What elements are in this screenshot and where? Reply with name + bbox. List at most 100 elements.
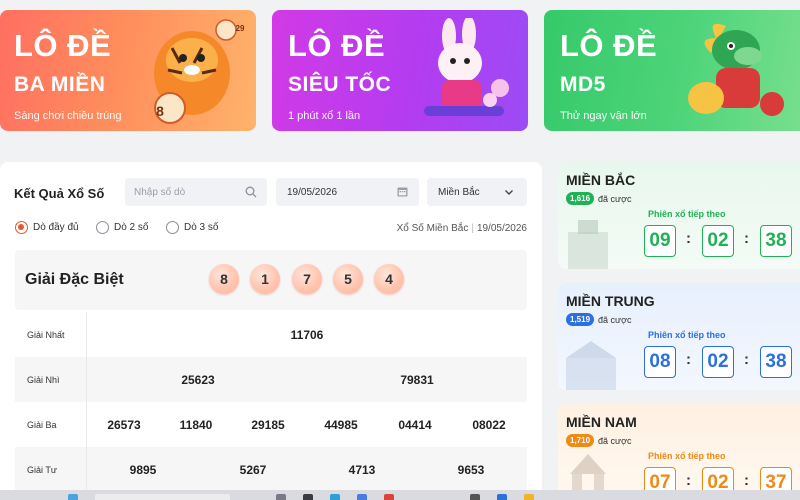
banner-title-line2: SIÊU TỐC [288, 73, 392, 96]
prize-number: 4713 [348, 462, 376, 477]
radio-do-3-so[interactable]: Dò 3 số [166, 221, 218, 234]
region-card-mien-bac[interactable]: MIỀN BẮC 1,616 đã cược Phiên xổ tiếp the… [558, 162, 800, 269]
banner-subtitle: 1 phút xổ 1 lần [288, 110, 361, 122]
next-draw-label: Phiên xổ tiếp theo [648, 330, 726, 340]
bet-count: 1,616 đã cược [566, 192, 631, 205]
results-panel: Kết Quả Xổ Số 19/05/2026 Miền Bắc Dò đầy… [0, 162, 542, 500]
banner-title-line2: MD5 [560, 73, 606, 96]
prize-name: Giải Nhất [15, 312, 87, 357]
countdown-separator: : [744, 351, 749, 368]
next-draw-label: Phiên xổ tiếp theo [648, 451, 726, 461]
taskbar-app-icon[interactable] [330, 494, 340, 500]
radio-dot[interactable] [166, 221, 179, 234]
countdown-separator: : [686, 230, 691, 247]
next-draw-label: Phiên xổ tiếp theo [648, 209, 726, 219]
calendar-icon[interactable] [397, 186, 408, 197]
prize-number: 08022 [472, 417, 506, 432]
bet-count: 1,519 đã cược [566, 313, 631, 326]
banner-title-line2: BA MIỀN [14, 73, 106, 96]
prize-number: 11840 [179, 417, 213, 432]
prize-values: 11706 [87, 312, 527, 357]
date-value: 19/05/2026 [287, 187, 338, 198]
prize-row-giai-ba: Giải Ba 26573 11840 29185 44985 04414 08… [15, 402, 527, 447]
dragon-mascot-icon [688, 23, 784, 116]
taskbar-app-icon[interactable] [524, 494, 534, 500]
radio-do-2-so[interactable]: Dò 2 số [96, 221, 148, 234]
taskbar-app-icon[interactable] [384, 494, 394, 500]
bet-count-label: đã cược [598, 193, 632, 204]
radio-do-day-du[interactable]: Dò đầy đủ [15, 221, 79, 234]
banner-title-line1: LÔ ĐỀ [288, 28, 386, 63]
taskbar-app-icon[interactable] [276, 494, 286, 500]
taskbar-app-icon[interactable] [68, 494, 78, 500]
radio-label: Dò 2 số [114, 222, 149, 233]
countdown-minutes: 02 [702, 225, 734, 257]
prize-number: 5267 [239, 462, 267, 477]
prize-values: 25623 79831 [87, 357, 527, 402]
bet-count-label: đã cược [598, 314, 632, 325]
taskbar-app-icon[interactable] [357, 494, 367, 500]
bet-count-badge: 1,519 [566, 313, 595, 326]
chevron-down-icon [505, 190, 513, 195]
taskbar-search-icon[interactable] [95, 494, 230, 500]
special-ball: 7 [292, 264, 322, 294]
bet-count-badge: 1,616 [566, 192, 595, 205]
bet-count: 1,710 đã cược [566, 434, 631, 447]
special-ball: 8 [209, 264, 239, 294]
prize-name: Giải Nhì [15, 357, 87, 402]
bet-count-label: đã cược [598, 435, 632, 446]
rabbit-mascot-icon [424, 18, 509, 116]
prize-number: 04414 [398, 417, 432, 432]
region-name: MIỀN BẮC [566, 172, 636, 188]
search-input[interactable] [125, 178, 235, 206]
banner-title-line1: LÔ ĐỀ [560, 28, 658, 63]
countdown-separator: : [686, 472, 691, 489]
prize-number: 26573 [107, 417, 141, 432]
region-select[interactable]: Miền Bắc [427, 178, 527, 206]
countdown-seconds: 38 [760, 346, 792, 378]
bet-count-badge: 1,710 [566, 434, 595, 447]
special-ball: 1 [250, 264, 280, 294]
special-ball: 4 [374, 264, 404, 294]
banner-lo-de-md5[interactable]: LÔ ĐỀ MD5 Thử ngay vận lớn [544, 10, 800, 131]
results-title: Kết Quả Xổ Số [14, 186, 105, 201]
special-prize-row: Giải Đặc Biệt 8 1 7 5 4 [15, 250, 527, 310]
radio-dot[interactable] [15, 221, 28, 234]
radio-label: Dò đầy đủ [33, 222, 79, 233]
date-picker[interactable]: 19/05/2026 [276, 178, 419, 206]
countdown-hours: 08 [644, 346, 676, 378]
prize-name: Giải Tư [15, 447, 87, 492]
special-ball: 5 [333, 264, 363, 294]
ball-number: 8 [156, 103, 164, 119]
countdown-minutes: 02 [702, 346, 734, 378]
prize-values: 9895 5267 4713 9653 [87, 447, 527, 492]
taskbar-app-icon[interactable] [303, 494, 313, 500]
countdown-seconds: 38 [760, 225, 792, 257]
region-card-mien-trung[interactable]: MIỀN TRUNG 1,519 đã cược Phiên xổ tiếp t… [558, 283, 800, 390]
countdown-separator: : [686, 351, 691, 368]
banner-subtitle: Sảng chơi chiều trúng [14, 110, 122, 122]
meta-region: Xổ Số Miền Bắc [396, 223, 469, 234]
radio-dot[interactable] [96, 221, 109, 234]
banner-lo-de-sieu-toc[interactable]: LÔ ĐỀ SIÊU TỐC 1 phút xổ 1 lần [272, 10, 528, 131]
search-box[interactable] [125, 178, 267, 206]
prize-values: 26573 11840 29185 44985 04414 08022 [87, 402, 527, 447]
taskbar-app-icon[interactable] [470, 494, 480, 500]
meta-date: 19/05/2026 [476, 223, 527, 234]
countdown-separator: : [744, 472, 749, 489]
prize-number: 44985 [324, 417, 358, 432]
region-name: MIỀN TRUNG [566, 293, 655, 309]
prize-row-giai-tu: Giải Tư 9895 5267 4713 9653 [15, 447, 527, 492]
search-icon[interactable] [245, 186, 257, 198]
banner-title-line1: LÔ ĐỀ [14, 28, 112, 63]
results-meta: Xổ Số Miền Bắc | 19/05/2026 [396, 223, 527, 234]
prize-number: 25623 [181, 372, 215, 387]
banner-subtitle: Thử ngay vận lớn [560, 110, 647, 122]
prize-number: 11706 [290, 327, 324, 342]
banner-lo-de-ba-mien[interactable]: LÔ ĐỀ BA MIỀN Sảng chơi chiều trúng 8 29 [0, 10, 256, 131]
radio-label: Dò 3 số [184, 222, 219, 233]
taskbar-app-icon[interactable] [497, 494, 507, 500]
prize-name: Giải Ba [15, 402, 87, 447]
special-prize-label: Giải Đặc Biệt [25, 271, 124, 288]
region-card-mien-nam[interactable]: MIỀN NAM 1,710 đã cược Phiên xổ tiếp the… [558, 404, 800, 500]
